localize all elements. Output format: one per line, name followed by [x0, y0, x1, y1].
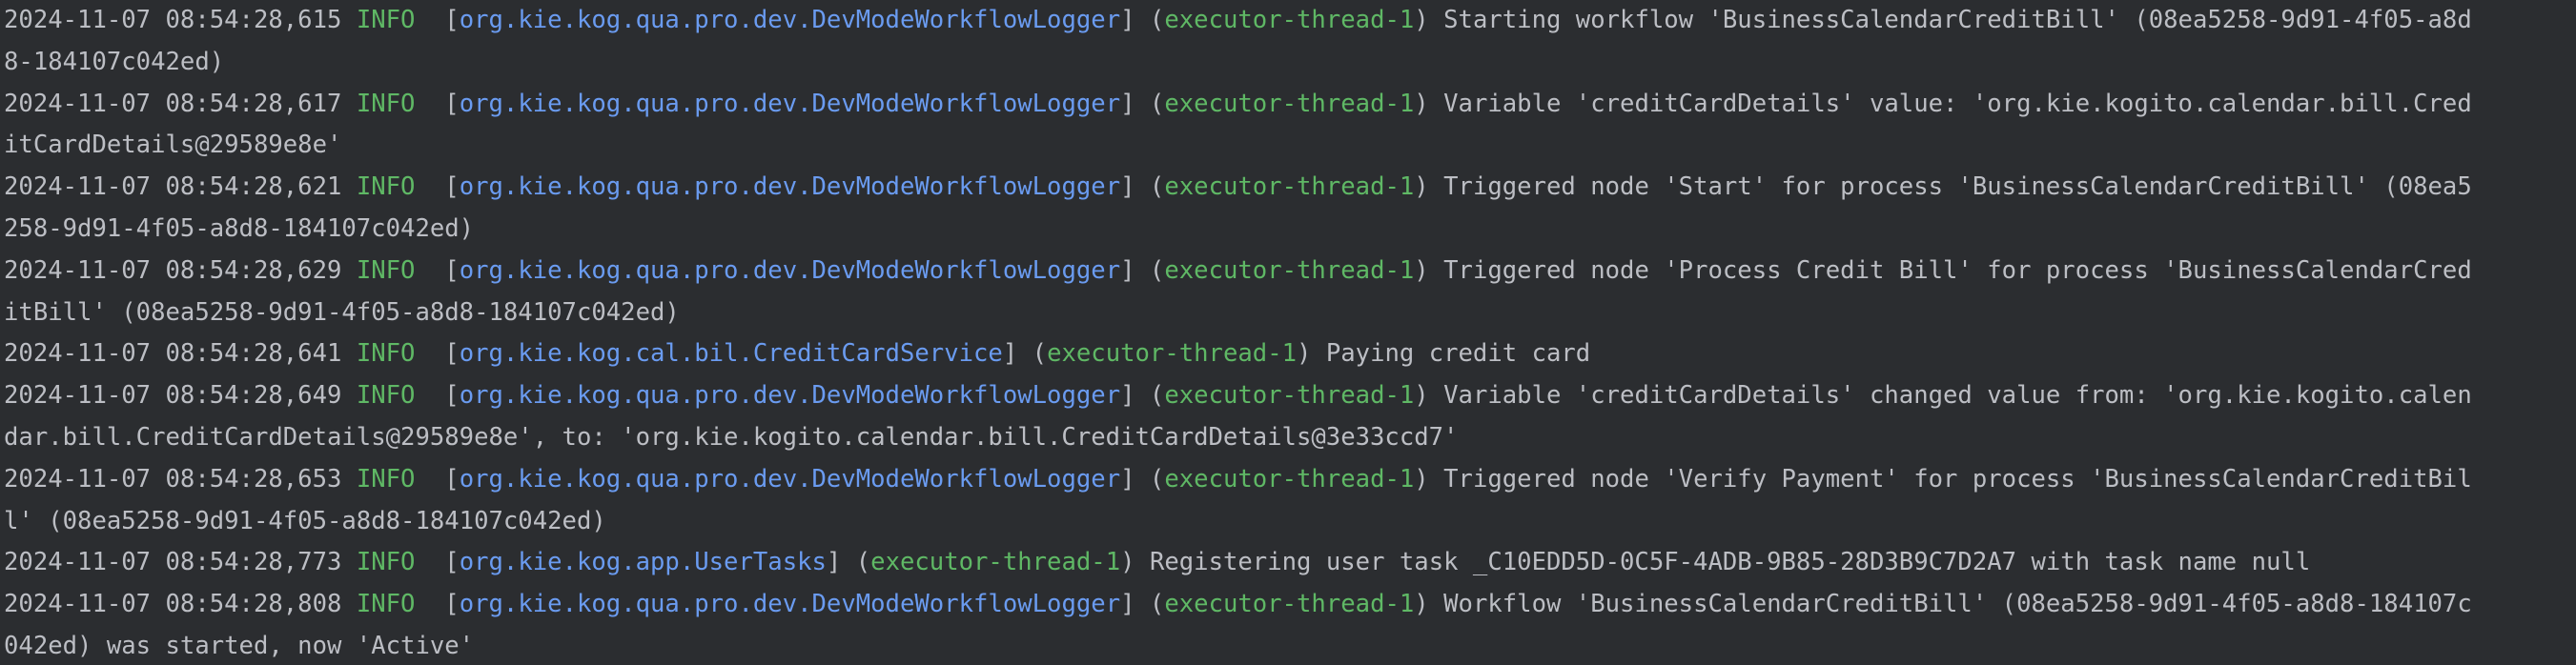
- log-logger: org.kie.kog.qua.pro.dev.DevModeWorkflowL…: [459, 464, 1121, 494]
- log-thread: executor-thread-1: [1164, 464, 1415, 494]
- log-logger: org.kie.kog.qua.pro.dev.DevModeWorkflowL…: [459, 172, 1121, 202]
- log-message: Workflow 'BusinessCalendarCreditBill' (0…: [1443, 590, 2472, 619]
- log-logger: org.kie.kog.qua.pro.dev.DevModeWorkflowL…: [459, 89, 1121, 118]
- log-message: Paying credit card: [1325, 339, 1591, 369]
- log-line: 2024-11-07 08:54:28,773 INFO [org.kie.ko…: [4, 548, 2311, 577]
- log-line-continuation: 258-9d91-4f05-a8d8-184107c042ed): [4, 209, 2576, 251]
- log-message-continuation: dar.bill.CreditCardDetails@29589e8e', to…: [4, 422, 1459, 452]
- log-thread: executor-thread-1: [1164, 89, 1415, 118]
- log-logger: org.kie.kog.app.UserTasks: [459, 548, 827, 577]
- log-logger: org.kie.kog.cal.bil.CreditCardService: [459, 339, 1003, 369]
- log-message-continuation: 258-9d91-4f05-a8d8-184107c042ed): [4, 213, 475, 243]
- log-timestamp: 2024-11-07 08:54:28,629: [4, 255, 342, 285]
- log-message-continuation: 042ed) was started, now 'Active': [4, 631, 475, 660]
- log-line-continuation: l' (08ea5258-9d91-4f05-a8d8-184107c042ed…: [4, 501, 2576, 543]
- log-line-continuation: 042ed) was started, now 'Active': [4, 626, 2576, 665]
- log-timestamp: 2024-11-07 08:54:28,615: [4, 6, 342, 34]
- log-line: 2024-11-07 08:54:28,641 INFO [org.kie.ko…: [4, 339, 1591, 369]
- log-level: INFO: [356, 590, 430, 619]
- log-level: INFO: [356, 339, 430, 369]
- log-logger: org.kie.kog.qua.pro.dev.DevModeWorkflowL…: [459, 590, 1121, 619]
- log-thread: executor-thread-1: [1164, 6, 1415, 34]
- log-level: INFO: [356, 381, 430, 411]
- log-thread: executor-thread-1: [870, 548, 1121, 577]
- log-thread: executor-thread-1: [1047, 339, 1298, 369]
- log-message-continuation: l' (08ea5258-9d91-4f05-a8d8-184107c042ed…: [4, 506, 606, 535]
- log-timestamp: 2024-11-07 08:54:28,773: [4, 548, 342, 577]
- log-level: INFO: [356, 464, 430, 494]
- log-message: Triggered node 'Start' for process 'Busi…: [1443, 172, 2472, 202]
- log-line: 2024-11-07 08:54:28,615 INFO [org.kie.ko…: [4, 6, 2472, 34]
- log-line: 2024-11-07 08:54:28,649 INFO [org.kie.ko…: [4, 381, 2472, 411]
- log-level: INFO: [356, 255, 430, 285]
- log-thread: executor-thread-1: [1164, 590, 1415, 619]
- log-timestamp: 2024-11-07 08:54:28,641: [4, 339, 342, 369]
- log-line-continuation: dar.bill.CreditCardDetails@29589e8e', to…: [4, 417, 2576, 459]
- log-message: Registering user task _C10EDD5D-0C5F-4AD…: [1149, 548, 2311, 577]
- log-line-continuation: itBill' (08ea5258-9d91-4f05-a8d8-184107c…: [4, 292, 2576, 334]
- log-logger: org.kie.kog.qua.pro.dev.DevModeWorkflowL…: [459, 381, 1121, 411]
- log-message: Variable 'creditCardDetails' value: 'org…: [1443, 89, 2472, 118]
- log-message: Starting workflow 'BusinessCalendarCredi…: [1443, 6, 2472, 34]
- log-timestamp: 2024-11-07 08:54:28,653: [4, 464, 342, 494]
- log-line: 2024-11-07 08:54:28,617 INFO [org.kie.ko…: [4, 89, 2472, 118]
- log-message-continuation: itCardDetails@29589e8e': [4, 131, 342, 160]
- log-message: Triggered node 'Process Credit Bill' for…: [1443, 255, 2472, 285]
- log-level: INFO: [356, 6, 430, 34]
- log-message: Triggered node 'Verify Payment' for proc…: [1443, 464, 2472, 494]
- log-message-continuation: itBill' (08ea5258-9d91-4f05-a8d8-184107c…: [4, 297, 680, 327]
- log-line: 2024-11-07 08:54:28,653 INFO [org.kie.ko…: [4, 464, 2472, 494]
- log-timestamp: 2024-11-07 08:54:28,617: [4, 89, 342, 118]
- log-level: INFO: [356, 172, 430, 202]
- log-timestamp: 2024-11-07 08:54:28,808: [4, 590, 342, 619]
- log-line: 2024-11-07 08:54:28,629 INFO [org.kie.ko…: [4, 255, 2472, 285]
- log-timestamp: 2024-11-07 08:54:28,621: [4, 172, 342, 202]
- log-message-continuation: 8-184107c042ed): [4, 47, 225, 76]
- log-line-continuation: itCardDetails@29589e8e': [4, 125, 2576, 167]
- log-line-continuation: 8-184107c042ed): [4, 42, 2576, 84]
- log-line: 2024-11-07 08:54:28,621 INFO [org.kie.ko…: [4, 172, 2472, 202]
- log-thread: executor-thread-1: [1164, 255, 1415, 285]
- log-logger: org.kie.kog.qua.pro.dev.DevModeWorkflowL…: [459, 255, 1121, 285]
- log-thread: executor-thread-1: [1164, 172, 1415, 202]
- log-level: INFO: [356, 89, 430, 118]
- log-thread: executor-thread-1: [1164, 381, 1415, 411]
- log-message: Variable 'creditCardDetails' changed val…: [1443, 381, 2472, 411]
- console-output[interactable]: 2024-11-07 08:54:28,615 INFO [org.kie.ko…: [0, 0, 2576, 665]
- log-line: 2024-11-07 08:54:28,808 INFO [org.kie.ko…: [4, 590, 2472, 619]
- log-logger: org.kie.kog.qua.pro.dev.DevModeWorkflowL…: [459, 6, 1121, 34]
- log-level: INFO: [356, 548, 430, 577]
- log-timestamp: 2024-11-07 08:54:28,649: [4, 381, 342, 411]
